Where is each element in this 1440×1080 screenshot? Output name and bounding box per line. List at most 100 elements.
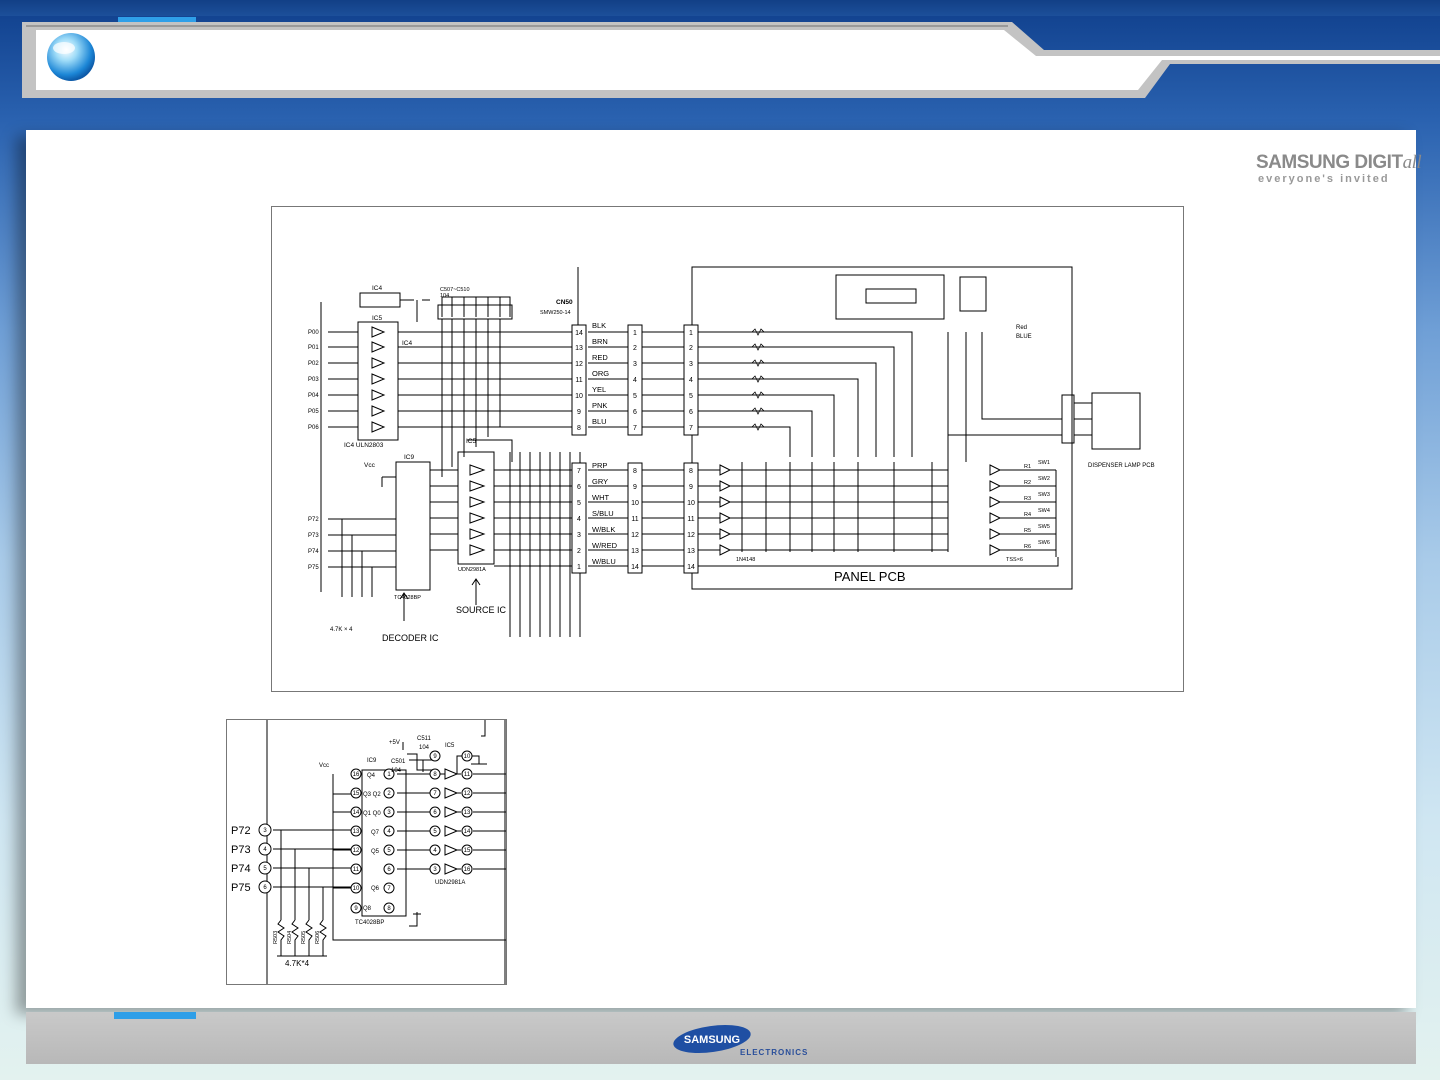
- svg-text:5: 5: [689, 393, 693, 400]
- wire-color-label: WHT: [592, 493, 609, 502]
- brand-wordmark: SAMSUNG DIGITall: [1256, 152, 1422, 173]
- svg-text:10: 10: [631, 500, 639, 507]
- svg-text:6: 6: [689, 409, 693, 416]
- decoder-pin: 13: [353, 829, 360, 835]
- svg-text:9: 9: [689, 484, 693, 491]
- port-label: P73: [308, 533, 319, 539]
- tact-switch-label: TSS×6: [1006, 557, 1023, 563]
- detail-decoder-ic: TC4028BP: [355, 920, 384, 926]
- detail-source-ic: UDN2981A: [435, 880, 465, 886]
- detail-resistor: R506: [315, 931, 321, 944]
- decoder-output-label: Q3 Q2: [363, 792, 381, 798]
- wire-color-label: W/RED: [592, 541, 618, 550]
- wire-color-label: BLK: [592, 321, 606, 330]
- svg-text:3: 3: [689, 361, 693, 368]
- main-schematic-panel: 14 13 12 11 10 9 8 7654321 1234567 8 9 10 11 12 13 1…: [271, 206, 1184, 692]
- port-label: P02: [308, 361, 319, 367]
- resistor-note: 4.7K × 4: [330, 627, 353, 633]
- cap-value: 104: [440, 293, 449, 299]
- svg-text:5: 5: [577, 500, 581, 507]
- svg-text:1: 1: [633, 330, 637, 337]
- brand-tagline: everyone's invited: [1258, 173, 1390, 185]
- wire-color-label: PNK: [592, 401, 607, 410]
- diode-part: 1N4148: [736, 557, 755, 563]
- switch-label: SW5: [1038, 524, 1050, 530]
- ic-label: IC5: [466, 438, 477, 445]
- buffer-out-pin: 15: [464, 848, 471, 854]
- detail-schematic-diagram: P72 P73 P74 P75 3 4 5 6 16 15 14 13 12 1…: [231, 720, 506, 984]
- switch-label: SW1: [1038, 460, 1050, 466]
- wire-color-label: ORG: [592, 369, 609, 378]
- source-caption: SOURCE IC: [456, 605, 507, 615]
- wire-color-label: RED: [592, 353, 608, 362]
- decoder-output-label: Q1 Q0: [363, 811, 381, 817]
- footer-subtitle: ELECTRONICS: [740, 1048, 809, 1057]
- decoder-output-label: Q8: [363, 906, 372, 912]
- port-label: P03: [308, 377, 319, 383]
- detail-resistor-value: 4.7K*4: [285, 959, 310, 968]
- buffer-out-pin: 12: [464, 791, 471, 797]
- detail-c501-value: 104: [391, 768, 402, 774]
- svg-text:2: 2: [633, 345, 637, 352]
- buffer-top-pin: 10: [464, 754, 471, 760]
- wire-color-label: W/BLU: [592, 557, 616, 566]
- detail-port-label: P73: [231, 844, 251, 856]
- svg-text:12: 12: [687, 532, 695, 539]
- main-schematic-diagram: 141312111098 7654321 1234567 89101112131…: [308, 266, 1155, 643]
- svg-text:4: 4: [689, 377, 693, 384]
- wire-color-label: PRP: [592, 461, 607, 470]
- top-title-band: [0, 0, 1440, 16]
- detail-port-label: P75: [231, 882, 251, 894]
- port-label: P06: [308, 425, 319, 431]
- switch-resistor-label: R6: [1024, 544, 1031, 550]
- detail-resistor: R505: [301, 931, 307, 944]
- switch-label: SW6: [1038, 540, 1050, 546]
- ic-label: IC4: [402, 340, 413, 347]
- svg-text:13: 13: [575, 345, 583, 352]
- detail-supply: +5V: [389, 740, 400, 746]
- decoder-pin: 16: [353, 772, 360, 778]
- svg-text:7: 7: [633, 425, 637, 432]
- wire-color-label: BLU: [592, 417, 607, 426]
- svg-text:2: 2: [577, 548, 581, 555]
- detail-c511-value: 104: [419, 745, 430, 751]
- footer-accent-stripe: [114, 1012, 196, 1019]
- switch-label: SW2: [1038, 476, 1050, 482]
- switch-label: SW4: [1038, 508, 1050, 514]
- detail-vcc: Vcc: [319, 763, 329, 769]
- wire-color-label: S/BLU: [592, 509, 614, 518]
- header-orb-icon: [47, 33, 95, 81]
- decoder-pin: 11: [353, 867, 360, 873]
- detail-c501: C501: [391, 759, 406, 765]
- svg-text:10: 10: [687, 500, 695, 507]
- vcc-label: Vcc: [364, 462, 376, 469]
- decoder-output-label: Q4: [367, 773, 376, 779]
- svg-text:13: 13: [631, 548, 639, 555]
- port-label: P01: [308, 345, 319, 351]
- buffer-out-pin: 13: [464, 810, 471, 816]
- svg-text:1: 1: [577, 564, 581, 571]
- detail-resistor: R503: [273, 931, 279, 944]
- svg-text:13: 13: [687, 548, 695, 555]
- svg-text:11: 11: [687, 516, 694, 523]
- port-label: P74: [308, 549, 319, 555]
- svg-text:3: 3: [577, 532, 581, 539]
- ic-label: IC4 ULN2803: [344, 442, 384, 449]
- legend-blue: BLUE: [1016, 334, 1032, 340]
- source-ic-part: UDN2981A: [458, 567, 486, 573]
- dispenser-pcb-label: DISPENSER LAMP PCB: [1088, 463, 1155, 469]
- svg-text:11: 11: [631, 516, 638, 523]
- port-label: P72: [308, 517, 319, 523]
- svg-text:1: 1: [689, 330, 693, 337]
- svg-text:11: 11: [575, 377, 582, 384]
- svg-text:4: 4: [577, 516, 581, 523]
- svg-text:8: 8: [633, 468, 637, 475]
- decoder-pin: 12: [353, 848, 360, 854]
- decoder-output-label: Q7: [371, 830, 380, 836]
- connector-label: CN50: [556, 299, 573, 306]
- switch-resistor-label: R5: [1024, 528, 1031, 534]
- port-label: P00: [308, 330, 319, 336]
- svg-text:SAMSUNG: SAMSUNG: [684, 1034, 740, 1046]
- decoder-pin: 15: [353, 791, 360, 797]
- svg-text:12: 12: [575, 361, 583, 368]
